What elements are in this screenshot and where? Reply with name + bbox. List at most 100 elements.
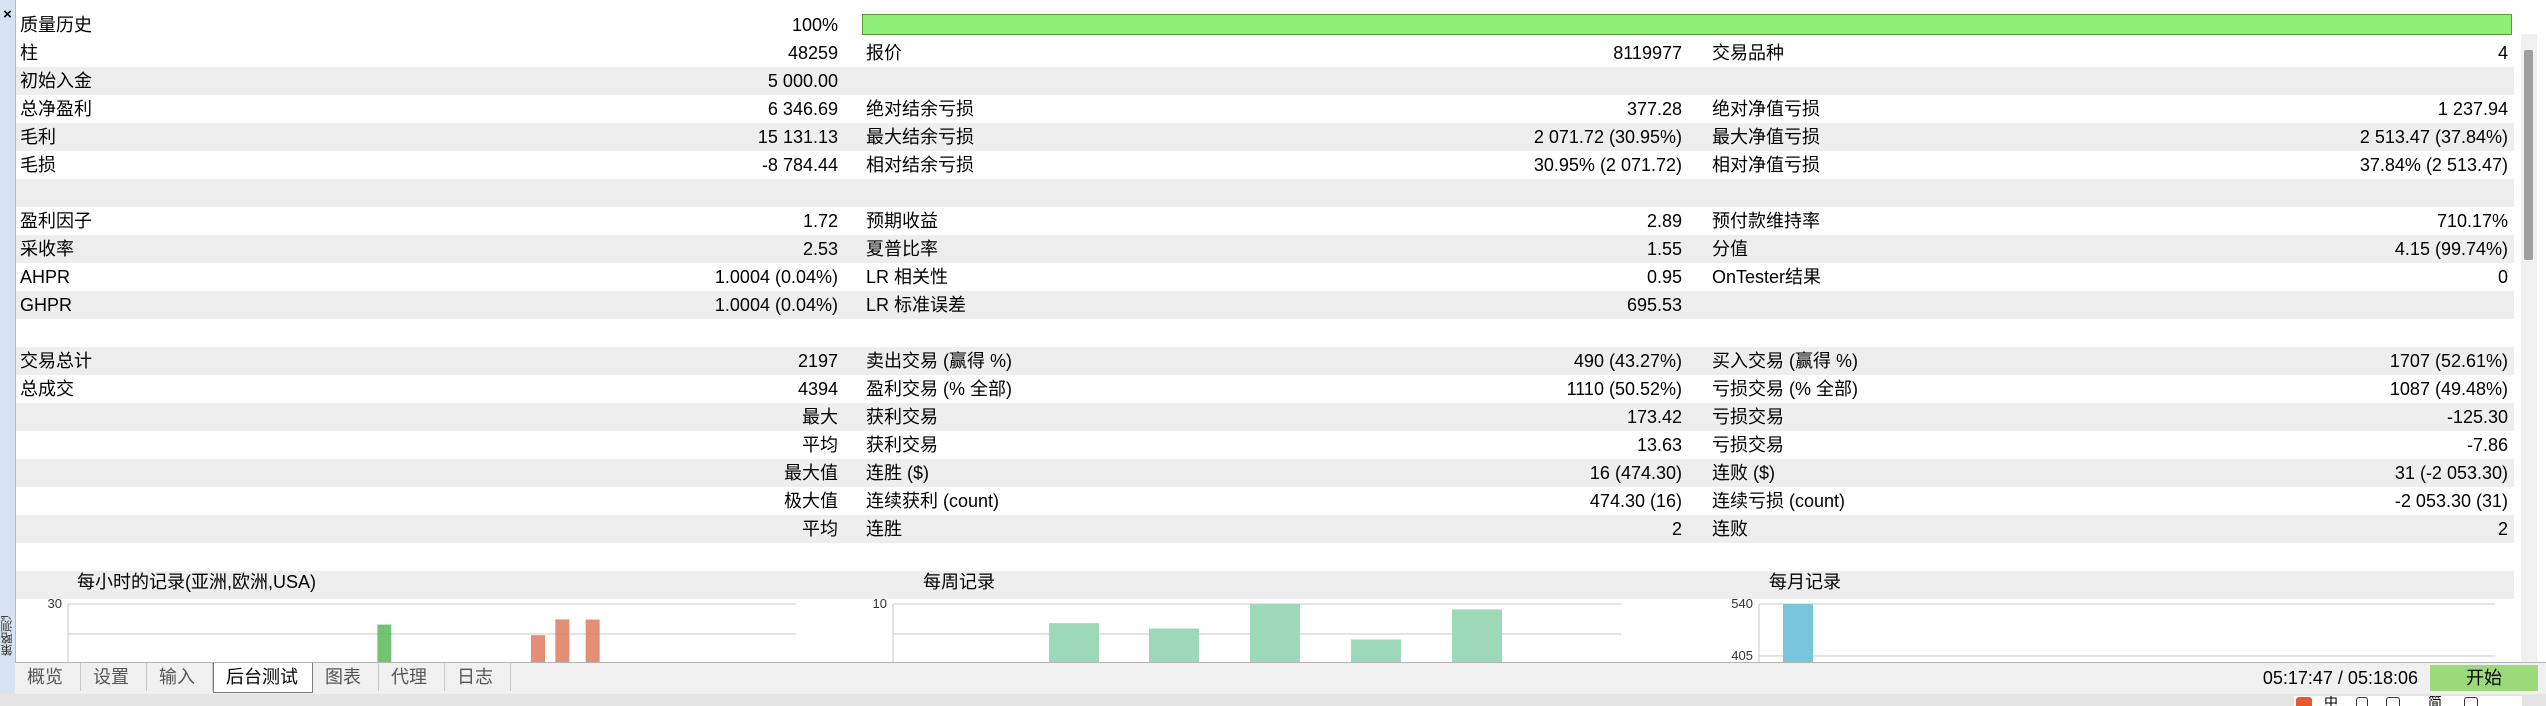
elapsed-time: 05:17:47 / 05:18:06: [2262, 668, 2418, 688]
close-icon[interactable]: ×: [0, 6, 15, 23]
weekly-records-plot: 510: [873, 596, 1621, 664]
punctuation-icon[interactable]: [2356, 697, 2368, 706]
report-label-c2: LR 标准误差: [866, 295, 967, 315]
tab-2[interactable]: 输入: [147, 663, 213, 691]
report-label-c3: 交易品种: [1712, 43, 1784, 63]
report-label-c2: 夏普比率: [866, 239, 938, 259]
report-label-c3: 亏损交易 (% 全部): [1712, 379, 1858, 399]
report-label-c2: 盈利交易 (% 全部): [866, 379, 1012, 399]
app-icon[interactable]: [2296, 697, 2312, 706]
ime-simplified-icon[interactable]: 简: [2428, 696, 2442, 706]
report-label-c2: 绝对结余亏损: [866, 99, 974, 119]
keyboard-icon[interactable]: [2386, 697, 2400, 706]
report-label-c3: 分值: [1712, 239, 1748, 259]
tab-3[interactable]: 后台测试: [213, 663, 313, 693]
report-label-c2: 连续获利 (count): [866, 491, 1000, 511]
report-label-c3: 预付款维持率: [1712, 211, 1820, 231]
report-value-v2: 1110 (50.52%): [1566, 379, 1682, 399]
report-row: AHPR 1.0004 (0.04%) LR 相关性 0.95 OnTester结果 0: [16, 263, 2514, 291]
report-value-v2: 173.42: [1626, 407, 1682, 427]
report-label-c2: 获利交易: [866, 407, 938, 427]
report-value-v1: 48259: [787, 43, 838, 63]
quality-bar: [862, 14, 2512, 35]
quality-bar-fill: [863, 15, 2511, 34]
report-row: 极大值 连续获利 (count) 474.30 (16) 连续亏损 (count) -2…: [16, 487, 2514, 515]
hourly-records-plot: 230: [48, 596, 796, 664]
report-rows: 柱 48259 报价 8119977 交易品种 4 初始入金 5 000.00 总净盈利 6 34…: [16, 39, 2514, 599]
weekly-bar: [1049, 623, 1099, 664]
report-label-c1: 初始入金: [20, 71, 92, 91]
report-label-c2: LR 相关性: [866, 267, 949, 287]
settings-icon[interactable]: [2464, 697, 2478, 706]
report-value-v3: 2: [2497, 519, 2508, 539]
report-value-v1: 平均: [802, 435, 838, 455]
report-label-c3: 最大净值亏损: [1712, 127, 1820, 147]
report-label-c2: 获利交易: [866, 435, 938, 455]
tab-0[interactable]: 概览: [15, 663, 81, 691]
tab-4[interactable]: 图表: [313, 663, 379, 691]
report-value-v1: 2.53: [802, 239, 838, 259]
hourly-bar: [377, 624, 392, 664]
ime-mode-icon[interactable]: 中: [2324, 696, 2338, 706]
report-label-c1: 盈利因子: [20, 211, 92, 231]
report-value-v1: 15 131.13: [757, 127, 838, 147]
report-value-v2: 0.95: [1646, 267, 1682, 287]
tab-6[interactable]: 日志: [445, 663, 511, 691]
tab-5[interactable]: 代理: [379, 663, 445, 691]
hourly-bar: [555, 619, 570, 664]
report-label-c2: 预期收益: [866, 211, 938, 231]
report-row: 最大值 连胜 ($) 16 (474.30) 连败 ($) 31 (-2 053.30): [16, 459, 2514, 487]
y-tick-label: 230: [48, 596, 62, 611]
report-label-c3: 相对净值亏损: [1712, 155, 1820, 175]
report-row: 交易总计 2197 卖出交易 (赢得 %) 490 (43.27%) 买入交易 (赢得 …: [16, 347, 2514, 375]
report-value-v2: 2: [1671, 519, 1682, 539]
report-label-c1: 总净盈利: [20, 99, 92, 119]
report-value-v2: 1.55: [1646, 239, 1682, 259]
y-tick-label: 405: [1731, 648, 1753, 663]
side-panel-label: 策略测试: [0, 616, 12, 656]
report-value-v3: 2 513.47 (37.84%): [2359, 127, 2508, 147]
report-row: [16, 179, 2514, 207]
report-label-c1: 交易总计: [20, 351, 92, 371]
report-label-c3: 连败 ($): [1712, 463, 1775, 483]
report-label-c3: 亏损交易: [1712, 407, 1784, 427]
report-label-c2: 连胜 ($): [866, 463, 929, 483]
report-value-v1: 1.0004 (0.04%): [714, 267, 838, 287]
report-label-c1: 毛利: [20, 127, 56, 147]
toolbox-side-strip[interactable]: × 策略测试: [0, 0, 16, 706]
monthly-bar: [1783, 604, 1813, 664]
report-row: 柱 48259 报价 8119977 交易品种 4: [16, 39, 2514, 67]
report-value-v3: -7.86: [2466, 435, 2508, 455]
report-value-v3: 31 (-2 053.30): [2394, 463, 2508, 483]
tab-1[interactable]: 设置: [81, 663, 147, 691]
report-label-c1: 采收率: [20, 239, 74, 259]
report-value-v2: 30.95% (2 071.72): [1533, 155, 1682, 175]
footer-strip: [0, 694, 2546, 706]
report-label-c2: 连胜: [866, 519, 902, 539]
system-tray: 中 简: [2294, 696, 2522, 706]
backtest-report: 质量历史 100% 柱 48259 报价 8119977 交易品种 4 初始入金 5 000.…: [16, 11, 2514, 599]
report-value-v3: -2 053.30 (31): [2394, 491, 2508, 511]
report-label-c3: 亏损交易: [1712, 435, 1784, 455]
report-value-v1: 最大值: [784, 463, 838, 483]
report-value-v2: 2 071.72 (30.95%): [1533, 127, 1682, 147]
weekly-bar: [1250, 604, 1300, 664]
report-row: [16, 319, 2514, 347]
chart-title: 每月记录: [1769, 572, 1841, 592]
report-label-c3: OnTester结果: [1712, 267, 1822, 287]
chart-title: 每周记录: [923, 572, 995, 592]
start-button[interactable]: 开始: [2430, 665, 2538, 691]
vertical-scrollbar[interactable]: [2521, 34, 2537, 664]
report-value-v1: 1.0004 (0.04%): [714, 295, 838, 315]
report-label-c1: 柱: [20, 43, 38, 63]
report-row: 采收率 2.53 夏普比率 1.55 分值 4.15 (99.74%): [16, 235, 2514, 263]
report-row: 毛损 -8 784.44 相对结余亏损 30.95% (2 071.72) 相对净值亏损…: [16, 151, 2514, 179]
quality-row: 质量历史 100%: [16, 11, 2514, 39]
report-value-v3: 0: [2497, 267, 2508, 287]
report-row: 平均 连胜 2 连败 2: [16, 515, 2514, 543]
report-value-v3: 37.84% (2 513.47): [2359, 155, 2508, 175]
hourly-bar: [531, 635, 545, 664]
report-value-v3: 4: [2497, 43, 2508, 63]
scrollbar-thumb[interactable]: [2524, 50, 2533, 260]
report-value-v1: 6 346.69: [767, 99, 838, 119]
